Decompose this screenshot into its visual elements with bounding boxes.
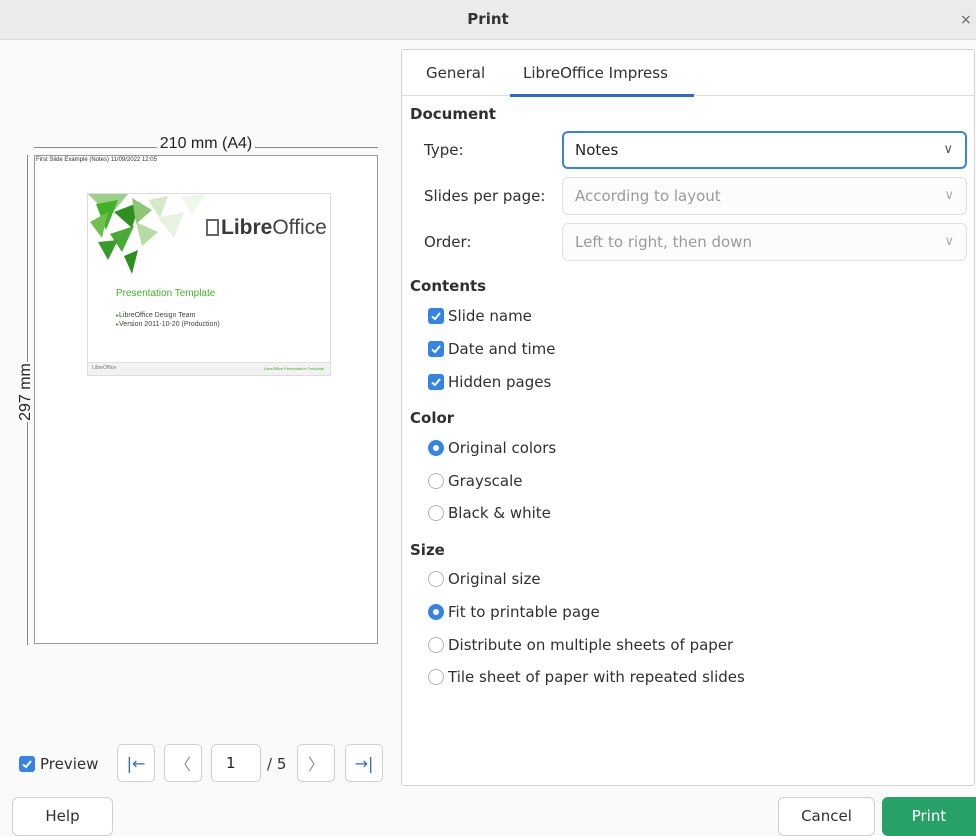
radio-unselected-icon — [428, 571, 444, 587]
logo-suffix: Office — [272, 216, 327, 239]
type-select[interactable]: Notes ∨ — [562, 131, 967, 169]
slide-footer: LibreOffice LibreOffice Presentation Tem… — [88, 362, 330, 375]
original-size-radio[interactable]: Original size — [428, 570, 541, 588]
checkbox-checked-icon — [19, 756, 35, 772]
next-page-button[interactable]: 〉 — [297, 744, 335, 782]
checkbox-checked-icon — [428, 374, 444, 390]
print-button[interactable]: Print — [882, 797, 976, 836]
height-dimension-label: 297 mm — [17, 362, 35, 422]
grayscale-label: Grayscale — [448, 472, 523, 490]
order-value: Left to right, then down — [575, 233, 752, 251]
type-label: Type: — [424, 141, 464, 159]
slide-name-label: Slide name — [448, 307, 532, 325]
black-white-label: Black & white — [448, 504, 551, 522]
page-total: / 5 — [267, 755, 287, 773]
width-dimension-label: 210 mm (A4) — [156, 135, 256, 153]
chevron-down-icon: ∨ — [944, 188, 954, 203]
original-colors-radio[interactable]: Original colors — [428, 439, 556, 457]
previous-page-button[interactable]: 〈 — [164, 744, 202, 782]
tile-sheet-radio[interactable]: Tile sheet of paper with repeated slides — [428, 668, 745, 686]
preview-checkbox[interactable]: Preview — [19, 755, 98, 773]
chevron-right-icon: 〉 — [307, 755, 324, 774]
preview-label: Preview — [40, 755, 99, 773]
fit-to-page-label: Fit to printable page — [448, 603, 600, 621]
radio-unselected-icon — [428, 637, 444, 653]
hidden-pages-label: Hidden pages — [448, 373, 552, 391]
title-bar: Print × — [0, 0, 976, 40]
logo-prefix: Libre — [221, 216, 273, 239]
grayscale-radio[interactable]: Grayscale — [428, 472, 523, 490]
original-colors-label: Original colors — [448, 439, 557, 457]
slides-per-page-label: Slides per page: — [424, 187, 546, 205]
radio-selected-icon — [428, 604, 444, 620]
type-value: Notes — [575, 141, 619, 159]
document-icon — [206, 219, 219, 236]
size-section-title: Size — [410, 541, 445, 559]
radio-unselected-icon — [428, 473, 444, 489]
close-icon[interactable]: × — [960, 11, 976, 29]
slide-bullet: LibreOffice Design Team — [116, 312, 195, 319]
radio-unselected-icon — [428, 669, 444, 685]
first-page-icon: |← — [126, 753, 146, 773]
tile-sheet-label: Tile sheet of paper with repeated slides — [448, 668, 745, 686]
distribute-sheets-radio[interactable]: Distribute on multiple sheets of paper — [428, 636, 733, 654]
color-section-title: Color — [410, 409, 455, 427]
help-button[interactable]: Help — [12, 797, 113, 836]
slide-title: Presentation Template — [116, 288, 216, 299]
order-label: Order: — [424, 233, 472, 251]
original-size-label: Original size — [448, 570, 541, 588]
tab-libreoffice-impress[interactable]: LibreOffice Impress — [523, 64, 668, 82]
width-dimension: 210 mm (A4) — [34, 135, 378, 153]
tab-general[interactable]: General — [426, 64, 485, 82]
last-page-button[interactable]: →| — [345, 744, 383, 782]
checkbox-checked-icon — [428, 341, 444, 357]
slide-thumbnail: LibreOffice Presentation Template LibreO… — [87, 193, 331, 376]
fit-to-page-radio[interactable]: Fit to printable page — [428, 603, 600, 621]
date-time-label: Date and time — [448, 340, 556, 358]
radio-selected-icon — [428, 440, 444, 456]
page-number-input[interactable]: 1 — [211, 744, 261, 782]
last-page-icon: →| — [354, 753, 374, 773]
page-header-text: First Slide Example (Notes) 11/09/2022 1… — [36, 157, 157, 163]
active-tab-indicator — [510, 94, 694, 97]
slide-name-checkbox[interactable]: Slide name — [428, 307, 532, 325]
cancel-button[interactable]: Cancel — [778, 797, 875, 836]
radio-unselected-icon — [428, 505, 444, 521]
checkbox-checked-icon — [428, 308, 444, 324]
order-select[interactable]: Left to right, then down ∨ — [562, 223, 967, 261]
libreoffice-logo: LibreOffice — [206, 216, 327, 240]
tab-bar: General LibreOffice Impress — [402, 50, 974, 97]
date-time-checkbox[interactable]: Date and time — [428, 340, 556, 358]
black-white-radio[interactable]: Black & white — [428, 504, 551, 522]
first-page-button[interactable]: |← — [117, 744, 155, 782]
document-section-title: Document — [410, 105, 496, 123]
slide-bullet: Version 2011-10-20 (Production) — [116, 321, 220, 328]
distribute-sheets-label: Distribute on multiple sheets of paper — [448, 636, 734, 654]
contents-section-title: Contents — [410, 277, 487, 295]
slides-per-page-select[interactable]: According to layout ∨ — [562, 177, 967, 215]
chevron-down-icon: ∨ — [943, 142, 953, 157]
window-title: Print — [467, 10, 509, 28]
height-dimension: 297 mm — [17, 155, 35, 645]
slides-per-page-value: According to layout — [575, 187, 721, 205]
slide-footer-right: LibreOffice Presentation Template — [263, 366, 324, 371]
preview-page: First Slide Example (Notes) 11/09/2022 1… — [34, 155, 378, 644]
chevron-left-icon: 〈 — [174, 755, 191, 774]
settings-panel: General LibreOffice Impress Document Typ… — [401, 49, 975, 786]
slide-footer-left: LibreOffice — [92, 365, 117, 371]
chevron-down-icon: ∨ — [944, 234, 954, 249]
hidden-pages-checkbox[interactable]: Hidden pages — [428, 373, 551, 391]
